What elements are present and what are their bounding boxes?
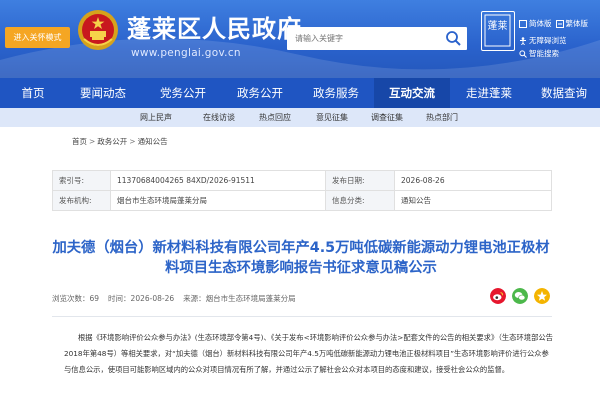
simplified-link[interactable]: 简体版 bbox=[519, 18, 552, 29]
table-row: 索引号: 11370684004265 84XD/2026-91511 发布日期… bbox=[52, 170, 552, 191]
index-value: 11370684004265 84XD/2026-91511 bbox=[110, 170, 326, 191]
traditional-icon bbox=[555, 19, 564, 28]
document-info-table: 索引号: 11370684004265 84XD/2026-91511 发布日期… bbox=[52, 170, 552, 211]
view-count: 浏览次数：69 bbox=[52, 294, 100, 303]
simplified-label: 简体版 bbox=[529, 19, 552, 28]
nav-about-penglai[interactable]: 走进蓬莱 bbox=[450, 78, 528, 108]
share-bar bbox=[484, 288, 550, 304]
org-value: 烟台市生态环境局蓬莱分局 bbox=[110, 190, 326, 211]
breadcrumb-home[interactable]: 首页 bbox=[72, 136, 87, 147]
category-label: 信息分类: bbox=[325, 190, 395, 211]
publish-time: 时间：2026-08-26 bbox=[108, 294, 175, 303]
article-meta: 浏览次数：69 时间：2026-08-26 来源：烟台市生态环境局蓬莱分局 bbox=[52, 293, 305, 304]
search-icon[interactable] bbox=[445, 30, 462, 47]
sub-nav: 网上民声 在线访谈 热点回应 意见征集 调查征集 热点部门 bbox=[0, 108, 600, 127]
article-title-line-1: 加夫德（烟台）新材料科技有限公司年产4.5万吨低碳新能源动力锂电池正极材 bbox=[52, 240, 550, 256]
simplified-icon bbox=[519, 19, 527, 28]
subnav-survey[interactable]: 调查征集 bbox=[371, 108, 403, 127]
article-title: 加夫德（烟台）新材料科技有限公司年产4.5万吨低碳新能源动力锂电池正极材 料项目… bbox=[40, 238, 562, 278]
breadcrumb-gov-affairs[interactable]: 政务公开 bbox=[97, 136, 127, 147]
breadcrumb: 首页 > 政务公开 > 通知公告 bbox=[72, 136, 168, 147]
article-body: 根据《环境影响评价公众参与办法》(生态环境部令第4号)、《关于发布<环境影响评价… bbox=[64, 333, 553, 374]
accessibility-icon bbox=[520, 36, 526, 45]
smart-search-icon bbox=[519, 49, 527, 58]
smart-search-link[interactable]: 智能搜索 bbox=[519, 48, 559, 59]
subnav-online-voice[interactable]: 网上民声 bbox=[140, 108, 172, 127]
breadcrumb-separator: > bbox=[89, 137, 96, 146]
site-title[interactable]: 蓬莱区人民政府 bbox=[127, 9, 302, 44]
seal-logo: 蓬莱 bbox=[481, 11, 515, 51]
search-input[interactable] bbox=[295, 27, 435, 50]
article-source: 来源：烟台市生态环境局蓬莱分局 bbox=[183, 294, 296, 303]
site-url: www.penglai.gov.cn bbox=[131, 47, 241, 59]
nav-government-services[interactable]: 政务服务 bbox=[298, 78, 374, 108]
date-value: 2026-08-26 bbox=[394, 170, 552, 191]
smart-search-label: 智能搜索 bbox=[529, 49, 559, 58]
nav-government-affairs[interactable]: 政务公开 bbox=[222, 78, 298, 108]
top-links: 简体版 繁体版 无障碍浏览 智能搜索 bbox=[519, 17, 599, 60]
traditional-label: 繁体版 bbox=[565, 19, 589, 28]
seal-icon: 蓬莱 bbox=[484, 14, 511, 47]
breadcrumb-notices[interactable]: 通知公告 bbox=[138, 136, 168, 147]
subnav-online-interview[interactable]: 在线访谈 bbox=[203, 108, 235, 127]
subnav-hot-response[interactable]: 热点回应 bbox=[259, 108, 291, 127]
index-label: 索引号: bbox=[52, 170, 111, 191]
search-box bbox=[287, 27, 467, 50]
seal-text: 蓬莱 bbox=[488, 20, 508, 32]
nav-news[interactable]: 要闻动态 bbox=[62, 78, 144, 108]
subnav-hot-departments[interactable]: 热点部门 bbox=[426, 108, 458, 127]
accessibility-link[interactable]: 无障碍浏览 bbox=[519, 35, 567, 46]
category-value: 通知公告 bbox=[394, 190, 552, 211]
traditional-link[interactable]: 繁体版 bbox=[555, 18, 589, 29]
nav-data-query[interactable]: 数据查询 bbox=[528, 78, 600, 108]
accessibility-label: 无障碍浏览 bbox=[529, 36, 567, 45]
national-emblem-icon bbox=[78, 10, 118, 50]
subnav-opinion-collection[interactable]: 意见征集 bbox=[316, 108, 348, 127]
qzone-icon[interactable] bbox=[534, 288, 550, 304]
nav-interaction[interactable]: 互动交流 bbox=[374, 78, 450, 108]
weibo-icon[interactable] bbox=[490, 288, 506, 304]
care-mode-button[interactable]: 进入关怀模式 bbox=[5, 27, 70, 48]
org-label: 发布机构: bbox=[52, 190, 111, 211]
breadcrumb-separator: > bbox=[129, 137, 136, 146]
wechat-icon[interactable] bbox=[512, 288, 528, 304]
nav-party-affairs[interactable]: 党务公开 bbox=[144, 78, 222, 108]
date-label: 发布日期: bbox=[325, 170, 395, 191]
article-title-line-2: 料项目生态环境影响报告书征求意见稿公示 bbox=[165, 260, 437, 276]
divider bbox=[52, 316, 552, 317]
table-row: 发布机构: 烟台市生态环境局蓬莱分局 信息分类: 通知公告 bbox=[52, 190, 552, 211]
main-nav: 首页 要闻动态 党务公开 政务公开 政务服务 互动交流 走进蓬莱 数据查询 bbox=[0, 78, 600, 108]
nav-home[interactable]: 首页 bbox=[0, 78, 62, 108]
site-header: 进入关怀模式 蓬莱区人民政府 www.penglai.gov.cn 蓬莱 简体版 bbox=[0, 0, 600, 78]
